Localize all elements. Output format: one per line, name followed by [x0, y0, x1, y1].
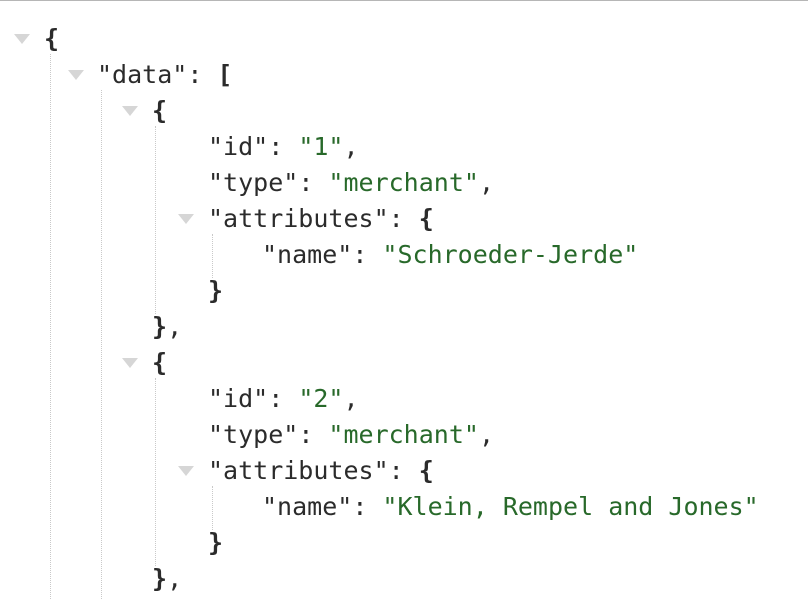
expand-collapse-triangle-icon[interactable] — [122, 358, 138, 368]
json-line[interactable]: "data": [ — [0, 57, 808, 93]
json-string-value[interactable]: "Klein, Rempel and Jones" — [382, 492, 758, 521]
json-line-content: "id": "1", — [208, 129, 359, 165]
json-string-value[interactable]: "1" — [298, 132, 343, 161]
json-line-content: "type": "merchant", — [208, 417, 494, 453]
json-brace: } — [152, 564, 168, 593]
json-key: "id" — [208, 384, 269, 413]
json-punctuation: , — [167, 564, 183, 593]
json-line[interactable]: { — [0, 93, 808, 129]
json-line[interactable]: "id": "1", — [0, 129, 808, 165]
json-line[interactable]: "name": "Klein, Rempel and Jones" — [0, 489, 808, 525]
json-key: "attributes" — [208, 204, 389, 233]
expand-collapse-triangle-icon[interactable] — [14, 34, 30, 44]
expand-collapse-triangle-icon[interactable] — [178, 214, 194, 224]
json-string-value[interactable]: "Schroeder-Jerde" — [382, 240, 638, 269]
json-line-content: "name": "Klein, Rempel and Jones" — [262, 489, 759, 525]
json-punctuation: , — [478, 420, 494, 449]
json-line[interactable]: "id": "2", — [0, 381, 808, 417]
json-punctuation: , — [343, 132, 359, 161]
json-brace: { — [418, 204, 434, 233]
json-line[interactable]: } — [0, 525, 808, 561]
expand-collapse-triangle-icon[interactable] — [122, 106, 138, 116]
json-line-content: "type": "merchant", — [208, 165, 494, 201]
json-line[interactable]: { — [0, 345, 808, 381]
json-line-content: "attributes": { — [208, 201, 434, 237]
expand-collapse-triangle-icon[interactable] — [68, 70, 84, 80]
json-line-content: }, — [152, 309, 182, 345]
json-brace: } — [152, 312, 168, 341]
json-line-content: "attributes": { — [208, 453, 434, 489]
json-key: "name" — [262, 240, 353, 269]
json-brace: { — [152, 96, 168, 125]
json-line[interactable]: "name": "Schroeder-Jerde" — [0, 237, 808, 273]
json-brace: { — [418, 456, 434, 485]
json-line-content: } — [208, 525, 223, 561]
json-viewer-panel[interactable]: {"data": [{"id": "1", "type": "merchant",… — [0, 0, 808, 600]
json-line-content: { — [44, 21, 59, 57]
json-string-value[interactable]: "2" — [298, 384, 343, 413]
json-line[interactable]: }, — [0, 561, 808, 597]
json-line[interactable]: "type": "merchant", — [0, 165, 808, 201]
json-brace: { — [44, 24, 60, 53]
json-punctuation: : — [268, 384, 299, 413]
json-line-content: "id": "2", — [208, 381, 359, 417]
json-punctuation: : — [187, 60, 218, 89]
json-line[interactable]: } — [0, 273, 808, 309]
json-line-content: { — [152, 345, 167, 381]
json-punctuation: , — [343, 384, 359, 413]
json-punctuation: : — [352, 492, 383, 521]
expand-collapse-triangle-icon[interactable] — [178, 466, 194, 476]
json-line[interactable]: "attributes": { — [0, 453, 808, 489]
json-key: "name" — [262, 492, 353, 521]
json-line-content: "data": [ — [97, 57, 232, 93]
json-string-value[interactable]: "merchant" — [328, 168, 479, 197]
json-line[interactable]: }, — [0, 309, 808, 345]
json-punctuation: : — [298, 420, 329, 449]
json-brace: [ — [217, 60, 233, 89]
json-key: "id" — [208, 132, 269, 161]
json-line-content: } — [208, 273, 223, 309]
json-line-content: }, — [152, 561, 182, 597]
json-line[interactable]: { — [0, 21, 808, 57]
json-punctuation: : — [388, 204, 419, 233]
json-line-content: { — [152, 93, 167, 129]
json-line-list: {"data": [{"id": "1", "type": "merchant",… — [0, 1, 808, 597]
json-line[interactable]: "type": "merchant", — [0, 417, 808, 453]
json-key: "data" — [97, 60, 188, 89]
json-punctuation: : — [352, 240, 383, 269]
json-line-content: "name": "Schroeder-Jerde" — [262, 237, 638, 273]
json-punctuation: : — [388, 456, 419, 485]
json-line[interactable]: "attributes": { — [0, 201, 808, 237]
json-punctuation: : — [268, 132, 299, 161]
json-key: "type" — [208, 168, 299, 197]
json-brace: { — [152, 348, 168, 377]
json-key: "type" — [208, 420, 299, 449]
json-string-value[interactable]: "merchant" — [328, 420, 479, 449]
json-brace: } — [208, 528, 224, 557]
json-key: "attributes" — [208, 456, 389, 485]
json-punctuation: : — [298, 168, 329, 197]
json-punctuation: , — [167, 312, 183, 341]
json-brace: } — [208, 276, 224, 305]
json-punctuation: , — [478, 168, 494, 197]
